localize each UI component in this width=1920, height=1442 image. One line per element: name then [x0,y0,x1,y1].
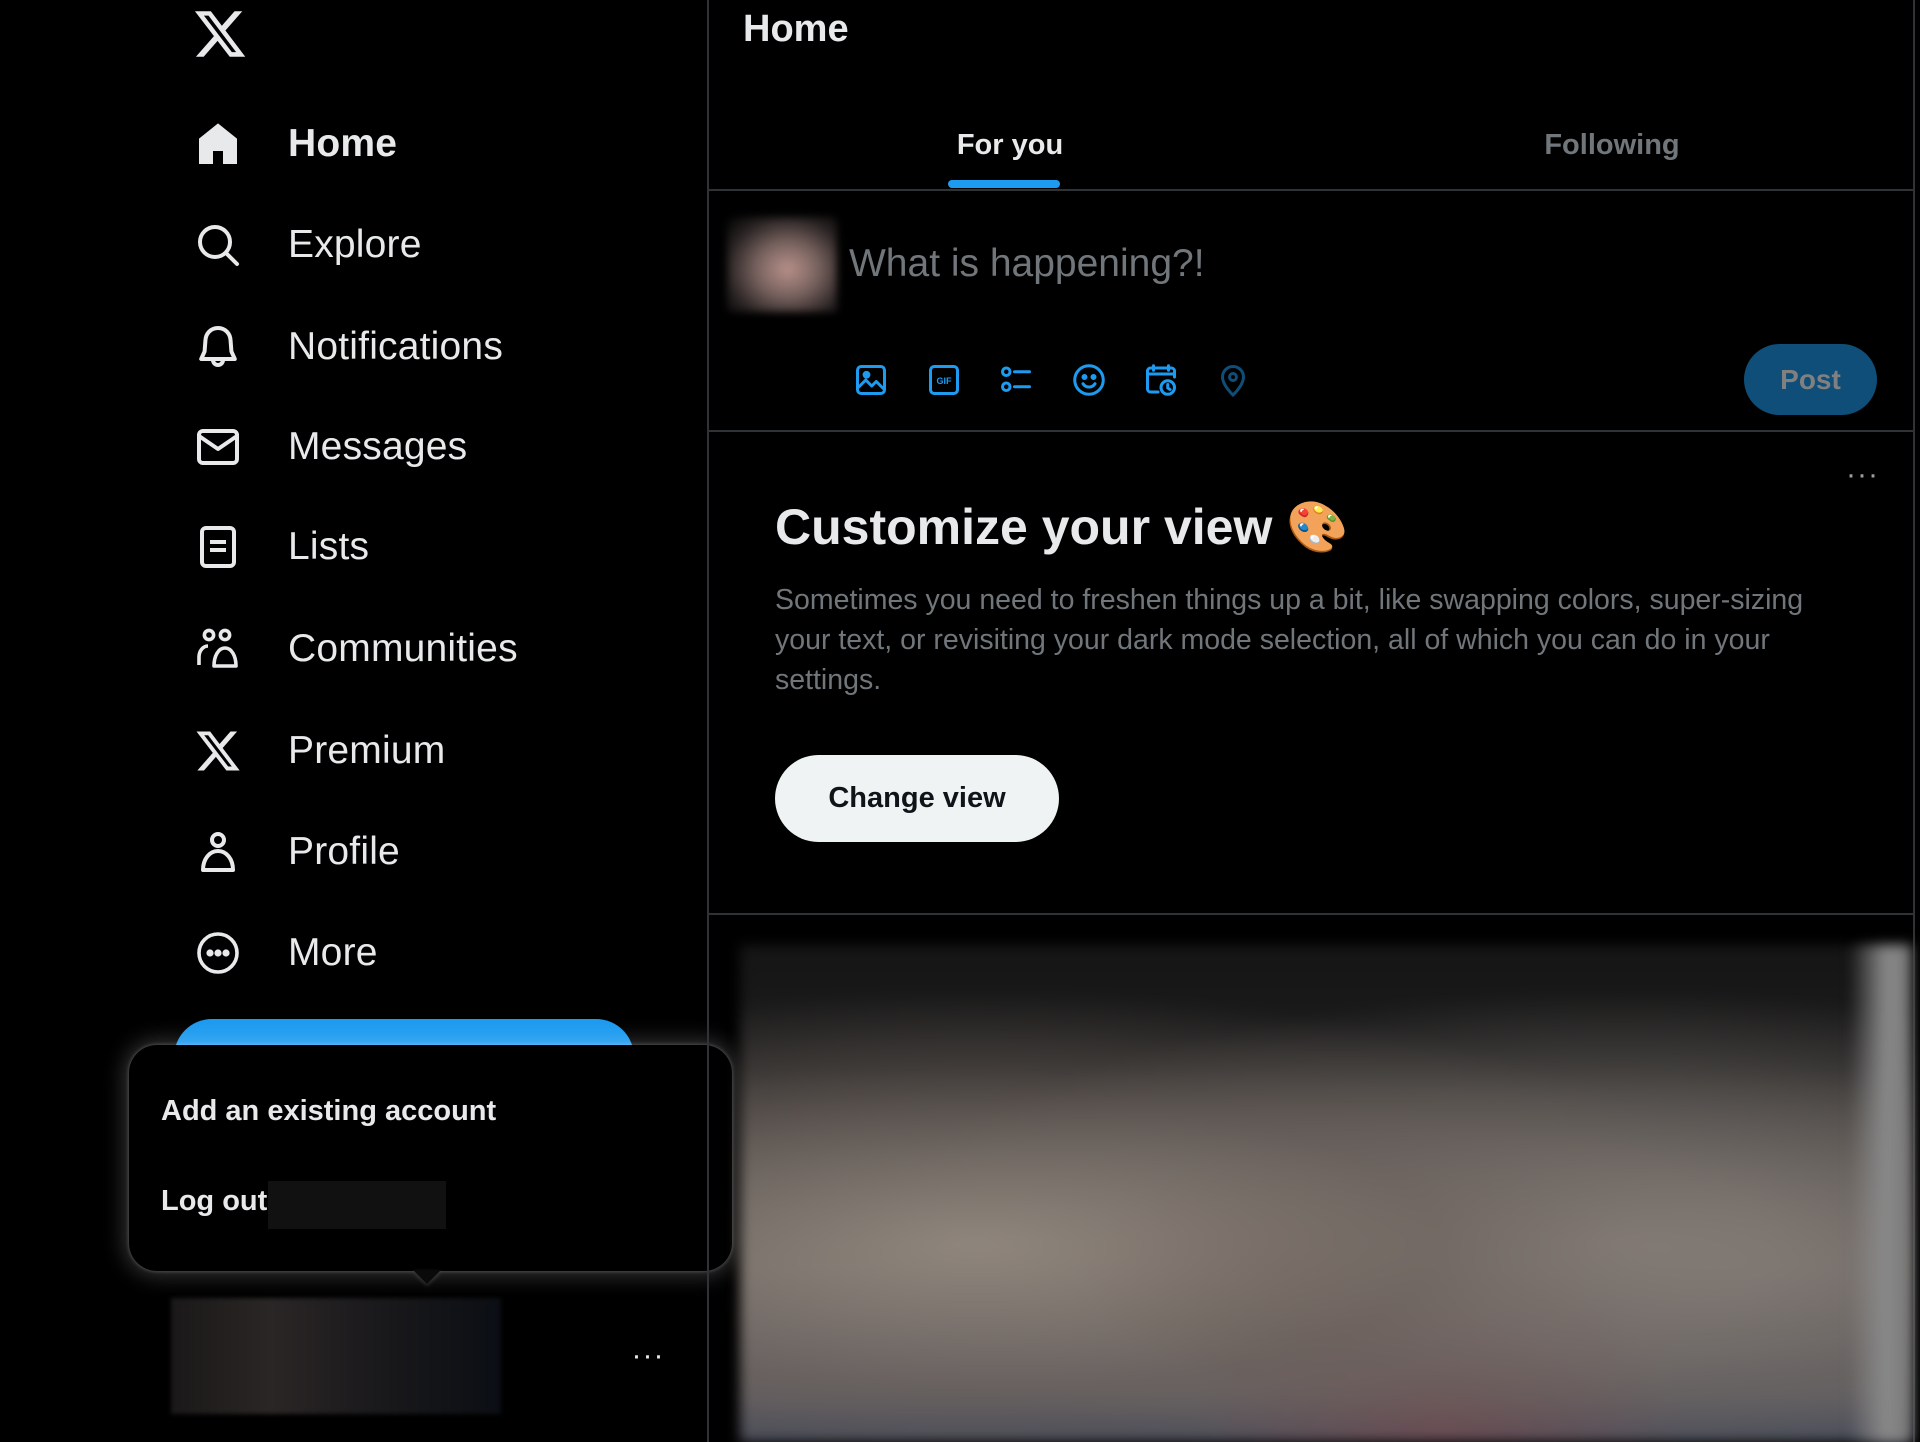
gif-button[interactable]: GIF [924,360,964,400]
sidebar-item-label: Communities [288,627,518,670]
sidebar-item-profile[interactable]: Profile [190,820,400,884]
x-logo-icon [190,723,246,779]
card-title: Customize your view 🎨 [775,499,1349,555]
sidebar-item-label: Home [288,122,398,165]
page-title: Home [743,8,849,50]
svg-text:GIF: GIF [937,376,953,386]
active-tab-indicator [948,180,1060,188]
media-button[interactable] [851,360,891,400]
sidebar-item-label: Notifications [288,325,504,368]
location-button[interactable] [1213,360,1253,400]
post-button[interactable]: Post [1744,344,1877,415]
sidebar-item-communities[interactable]: Communities [190,617,518,681]
tab-for-you[interactable]: For you [709,100,1311,190]
sidebar-item-messages[interactable]: Messages [190,415,467,479]
poll-icon [1001,366,1031,392]
more-circle-icon [190,925,246,981]
gif-icon: GIF [929,365,959,395]
sidebar-item-more[interactable]: More [190,921,378,985]
account-more-icon[interactable]: ··· [628,1336,668,1376]
home-icon [190,116,246,172]
envelope-icon [190,419,246,475]
divider [709,430,1913,432]
log-out-menu-item[interactable]: Log out [161,1185,267,1218]
location-icon [1220,365,1246,398]
bell-icon [190,319,246,375]
emoji-button[interactable] [1069,360,1109,400]
sidebar-item-home[interactable]: Home [190,112,397,176]
avatar[interactable] [727,217,837,312]
person-icon [190,824,246,880]
sidebar-item-label: Lists [288,525,370,568]
divider [709,913,1913,915]
x-logo-icon[interactable] [192,6,248,62]
schedule-button[interactable] [1141,360,1181,400]
sidebar-item-label: Messages [288,425,468,468]
post-media-blurred[interactable] [740,945,1911,1442]
card-more-icon[interactable]: ··· [1846,458,1879,492]
sidebar-item-lists[interactable]: Lists [190,515,369,579]
sidebar-item-notifications[interactable]: Notifications [190,315,503,379]
add-existing-account-menu-item[interactable]: Add an existing account [161,1095,496,1128]
card-description: Sometimes you need to freshen things up … [775,584,1804,696]
sidebar-item-label: Premium [288,729,446,772]
media-edge [1849,945,1911,1442]
communities-icon [190,621,246,677]
search-icon [190,217,246,273]
sidebar-item-premium[interactable]: Premium [190,719,445,783]
tab-following[interactable]: Following [1311,100,1913,190]
media-icon [856,365,886,395]
list-icon [190,519,246,575]
emoji-icon [1073,364,1105,396]
account-menu-popup: Add an existing account Log out [129,1045,732,1271]
redacted-username [268,1181,446,1229]
sidebar-item-label: Profile [288,830,400,873]
account-switcher-redacted[interactable] [171,1298,501,1414]
schedule-icon [1146,364,1176,396]
divider [709,189,1913,191]
sidebar-item-explore[interactable]: Explore [190,213,422,277]
poll-button[interactable] [996,360,1036,400]
sidebar-item-label: Explore [288,223,422,266]
change-view-button[interactable]: Change view [775,755,1059,842]
compose-input[interactable] [849,236,1849,292]
main-timeline: Home For you Following GIF Post ··· Cust… [707,0,1915,1442]
popup-arrow [413,1270,441,1284]
sidebar-item-label: More [288,931,378,974]
